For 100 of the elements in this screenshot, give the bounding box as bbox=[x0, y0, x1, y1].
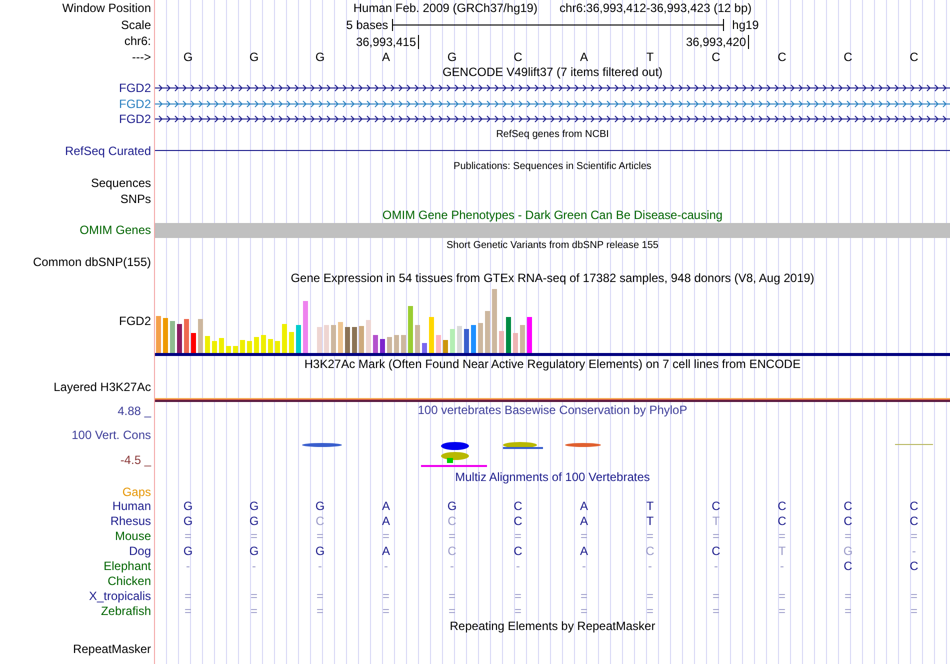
alignment-base: G bbox=[183, 515, 193, 528]
species-label[interactable]: Zebrafish bbox=[100, 604, 151, 617]
alignment-base: = bbox=[778, 530, 786, 542]
alignment-base: = bbox=[580, 590, 588, 602]
track-label[interactable]: Layered H3K27Ac bbox=[54, 381, 151, 394]
species-label[interactable]: X_tropicalis bbox=[88, 590, 151, 602]
alignment-base: = bbox=[250, 604, 258, 617]
alignment-base: C bbox=[646, 544, 654, 557]
track-title: 100 vertebrates Basewise Conservation by PhyloP bbox=[418, 404, 688, 416]
alignment-base: C bbox=[910, 560, 918, 572]
alignment-base: C bbox=[910, 515, 918, 528]
alignment-base: C bbox=[712, 544, 720, 557]
alignment-base: = bbox=[382, 530, 390, 542]
assembly-title: Human Feb. 2009 (GRCh37/hg19) bbox=[353, 2, 538, 14]
sequence-base: A bbox=[382, 50, 390, 63]
track-title: GENCODE V49lift37 (7 items filtered out) bbox=[442, 66, 663, 78]
alignment-base: = bbox=[712, 590, 720, 602]
alignment-base: A bbox=[382, 544, 390, 557]
alignment-base: - bbox=[714, 560, 718, 572]
track-title: Publications: Sequences in Scientific Articles bbox=[454, 162, 652, 172]
alignment-base: - bbox=[318, 560, 322, 572]
alignment-base: = bbox=[514, 604, 522, 617]
alignment-base: G bbox=[249, 544, 259, 557]
alignment-base: G bbox=[447, 500, 457, 512]
alignment-base: C bbox=[514, 544, 522, 557]
alignment-base: C bbox=[844, 515, 852, 528]
alignment-base: G bbox=[183, 500, 193, 512]
track-label[interactable]: Window Position bbox=[62, 2, 151, 14]
expression-bar[interactable] bbox=[422, 342, 427, 353]
track-title: H3K27Ac Mark (Often Found Near Active Regulatory Elements) on 7 cell lines from ENCODE bbox=[304, 358, 801, 370]
species-label[interactable]: Chicken bbox=[108, 574, 151, 587]
alignment-base: T bbox=[778, 544, 786, 557]
track-label[interactable]: 100 Vert. Cons bbox=[72, 429, 151, 442]
coordinate-tick: 36,993,420 bbox=[617, 34, 749, 49]
track-label[interactable]: SNPs bbox=[120, 193, 151, 206]
track-label[interactable]: Scale bbox=[120, 18, 151, 31]
alignment-base: G bbox=[249, 500, 259, 512]
scale-bar-icon bbox=[392, 18, 724, 31]
species-label[interactable]: Rhesus bbox=[110, 515, 151, 528]
alignment-base: = bbox=[316, 590, 324, 602]
alignment-base: = bbox=[250, 590, 258, 602]
alignment-base: = bbox=[580, 604, 588, 617]
alignment-base: - bbox=[252, 560, 256, 572]
gene-feature[interactable] bbox=[155, 116, 950, 123]
alignment-base: A bbox=[580, 544, 588, 557]
sequence-base: A bbox=[580, 50, 588, 63]
track-title: Gene Expression in 54 tissues from GTEx RNA-seq of 17382 samples, 948 donors (V8, Aug 2019) bbox=[290, 272, 814, 284]
alignment-base: T bbox=[646, 515, 654, 528]
sequence-base: C bbox=[910, 50, 918, 63]
alignment-base: = bbox=[184, 530, 192, 542]
track-label[interactable]: ---> bbox=[132, 50, 151, 63]
track-label[interactable]: OMIM Genes bbox=[80, 224, 151, 236]
sequence-base: C bbox=[778, 50, 786, 63]
sequence-base: C bbox=[514, 50, 522, 63]
track-label[interactable]: Sequences bbox=[90, 177, 151, 190]
track-label[interactable]: FGD2 bbox=[118, 314, 151, 327]
alignment-base: C bbox=[844, 560, 852, 572]
alignment-base: = bbox=[646, 530, 654, 542]
sequence-base: G bbox=[183, 50, 193, 63]
gene-feature[interactable] bbox=[155, 84, 950, 92]
alignment-base: = bbox=[844, 590, 852, 602]
alignment-base: T bbox=[646, 500, 654, 512]
gene-label[interactable]: FGD2 bbox=[118, 98, 151, 110]
expression-bar[interactable] bbox=[380, 338, 385, 353]
alignment-base: = bbox=[316, 530, 324, 542]
track-title: RefSeq genes from NCBI bbox=[496, 130, 609, 140]
alignment-base: = bbox=[646, 590, 654, 602]
alignment-base: = bbox=[184, 590, 192, 602]
alignment-base: A bbox=[382, 515, 390, 528]
alignment-base: C bbox=[514, 515, 522, 528]
species-label[interactable]: Mouse bbox=[114, 530, 151, 542]
alignment-base: G bbox=[315, 544, 325, 557]
sequence-base: C bbox=[712, 50, 720, 63]
expression-bar[interactable] bbox=[191, 332, 196, 353]
species-label[interactable]: Dog bbox=[128, 544, 151, 557]
alignment-base: = bbox=[712, 604, 720, 617]
alignment-base: - bbox=[648, 560, 652, 572]
track-label[interactable]: chr6: bbox=[124, 34, 151, 47]
gene-label[interactable]: FGD2 bbox=[118, 113, 151, 126]
species-label[interactable]: Elephant bbox=[104, 560, 151, 572]
alignment-base: = bbox=[844, 604, 852, 617]
track-label[interactable]: Common dbSNP(155) bbox=[32, 256, 151, 268]
alignment-base: - bbox=[912, 544, 916, 557]
species-label[interactable]: Human bbox=[112, 500, 151, 512]
alignment-base: = bbox=[382, 604, 390, 617]
coordinate-tick: 36,993,415 bbox=[287, 34, 419, 49]
track-title: Multiz Alignments of 100 Vertebrates bbox=[455, 470, 650, 483]
expression-bar[interactable] bbox=[373, 334, 378, 353]
alignment-base: - bbox=[450, 560, 454, 572]
track-label[interactable]: RefSeq Curated bbox=[64, 145, 151, 158]
gene-label[interactable]: FGD2 bbox=[118, 82, 151, 94]
alignment-base: = bbox=[514, 590, 522, 602]
scale-text: 5 bases bbox=[346, 18, 388, 31]
alignment-base: = bbox=[778, 590, 786, 602]
alignment-base: - bbox=[186, 560, 190, 572]
alignment-base: G bbox=[249, 515, 259, 528]
alignment-base: C bbox=[778, 515, 786, 528]
alignment-base: = bbox=[448, 590, 456, 602]
alignment-base: = bbox=[250, 530, 258, 542]
track-label[interactable]: RepeatMasker bbox=[72, 643, 151, 655]
